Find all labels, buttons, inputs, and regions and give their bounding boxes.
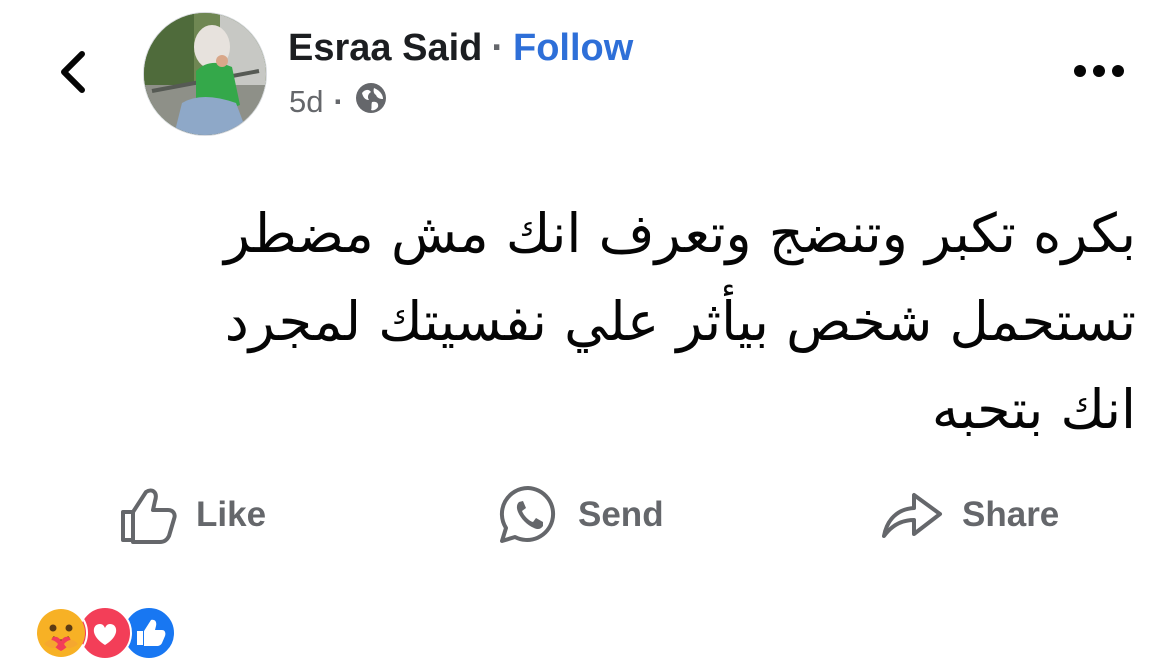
care-reaction-icon [34,606,88,660]
post-meta: 5d · [289,82,388,122]
whatsapp-icon [496,483,560,547]
share-arrow-icon [880,483,944,547]
back-button[interactable] [50,48,94,100]
reactions-summary[interactable] [34,606,188,660]
like-button[interactable]: Like [116,478,266,552]
author-name[interactable]: Esraa Said [288,27,482,70]
meta-separator: · [333,84,344,119]
like-label: Like [196,495,267,534]
send-label: Send [578,495,664,534]
more-horizontal-icon [1073,64,1125,83]
avatar[interactable] [143,12,267,136]
follow-button[interactable]: Follow [513,27,633,70]
thumbs-up-icon [116,484,178,546]
chevron-left-icon [55,49,89,100]
send-button[interactable]: Send [496,478,664,552]
post-timestamp[interactable]: 5d [289,84,323,120]
post-text: بكره تكبر وتنضج وتعرف انك مش مضطر تستحمل… [223,202,1136,441]
share-label: Share [962,495,1060,534]
title-separator: · [491,26,504,69]
share-button[interactable]: Share [880,478,1059,552]
more-options-button[interactable] [1072,56,1126,90]
post-header-title: Esraa Said · Follow [288,24,633,72]
globe-icon[interactable] [354,81,388,123]
